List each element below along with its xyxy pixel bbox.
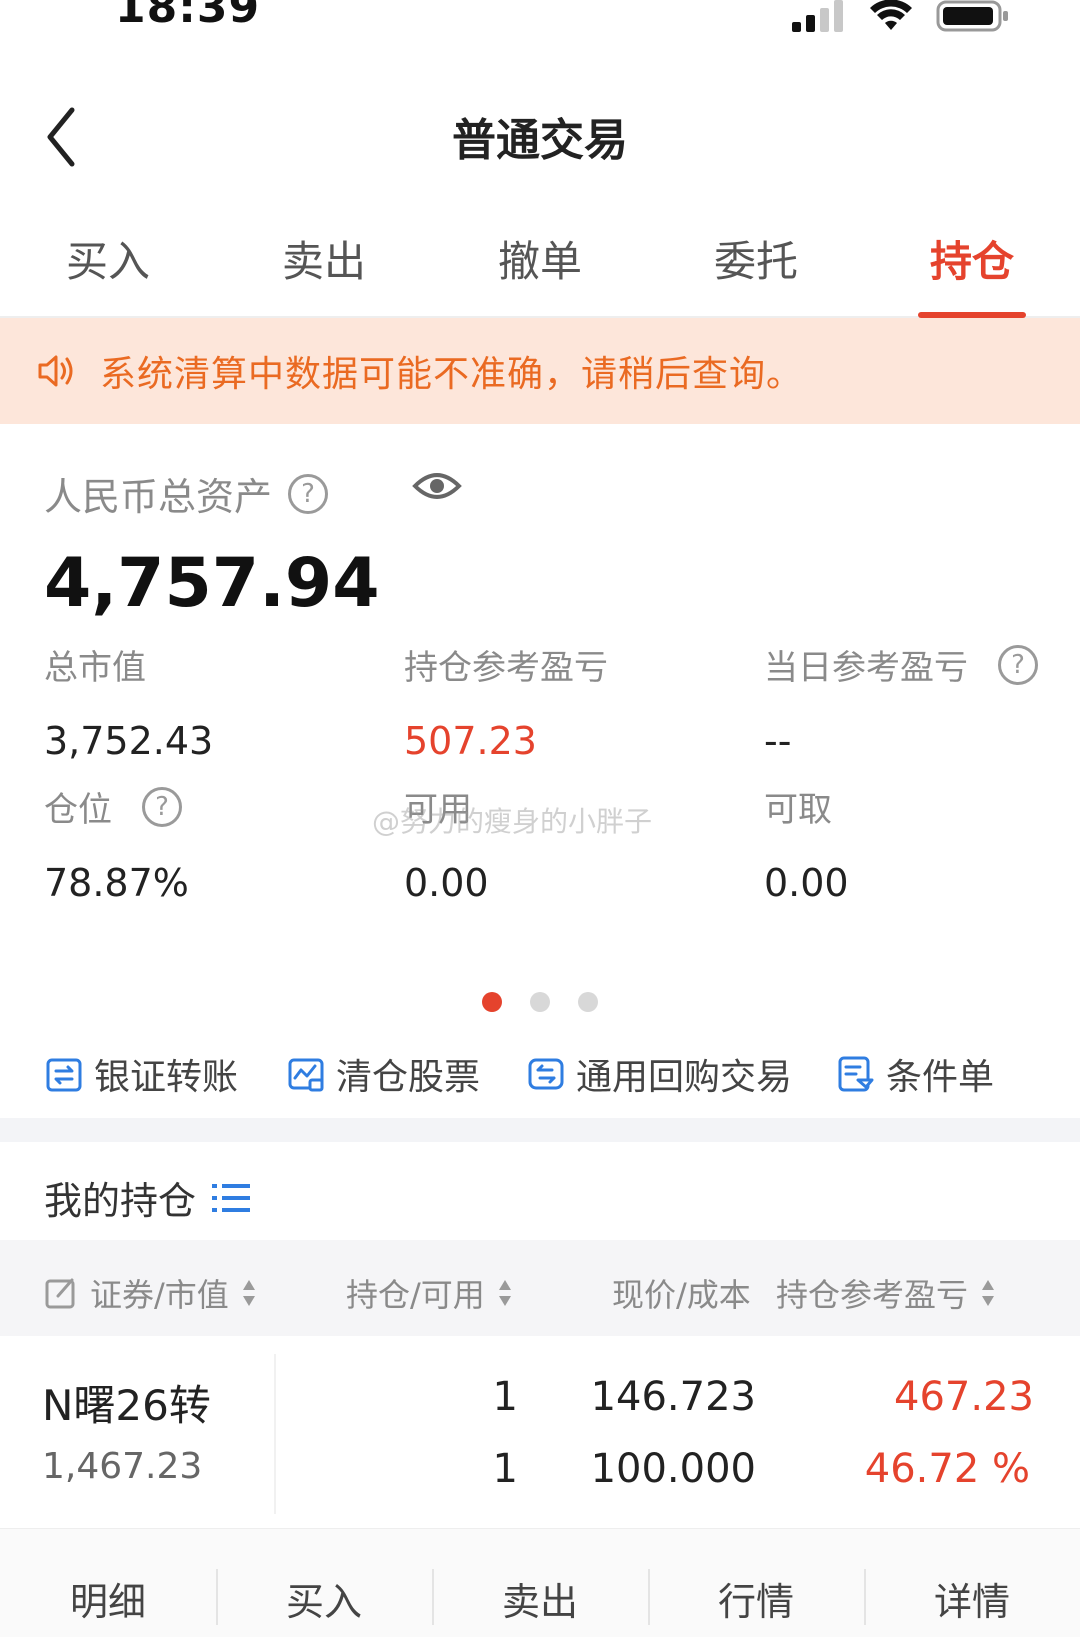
page-dot[interactable] — [482, 992, 502, 1012]
withdrawable-value: 0.00 — [764, 861, 849, 905]
condition-order-icon — [838, 1056, 874, 1092]
quick-actions: 银证转账 清仓股票 通用回购交易 条件单 — [0, 1030, 1080, 1118]
market-value: 3,752.43 — [44, 719, 214, 763]
tab-buy[interactable]: 买入 — [0, 200, 216, 316]
position-qty: 1 — [492, 1374, 518, 1420]
page-indicator — [0, 992, 1080, 1012]
status-time: 18:39 — [115, 0, 261, 33]
wifi-icon — [870, 0, 912, 30]
column-position-label: 持仓/可用 — [346, 1276, 485, 1314]
table-row[interactable]: N曙26转 1,467.23 1 1 146.723 100.000 467.2… — [0, 1336, 1080, 1528]
total-assets-label-row: 人民币总资产 ? — [44, 466, 329, 521]
info-button[interactable]: 详情 — [864, 1529, 1080, 1637]
daily-pnl-label-row: 当日参考盈亏 ? — [764, 640, 1038, 689]
sort-icon — [982, 1280, 995, 1306]
speaker-icon — [38, 355, 73, 387]
bank-transfer-label: 银证转账 — [94, 1057, 239, 1098]
pnl-percent: 46.72 % — [864, 1446, 1030, 1492]
holdings-title: 我的持仓 — [44, 1179, 197, 1223]
bank-transfer-icon — [46, 1058, 82, 1092]
page-dot[interactable] — [578, 992, 598, 1012]
buy-button[interactable]: 买入 — [216, 1529, 432, 1637]
status-icons — [790, 0, 1010, 40]
repo-trade-button[interactable]: 通用回购交易 — [526, 1048, 792, 1100]
asset-summary: 人民币总资产 ? 4,757.94 总市值 3,752.43 持仓参考盈亏 50… — [0, 424, 1080, 1028]
page-dot[interactable] — [530, 992, 550, 1012]
withdrawable-label: 可取 — [764, 790, 832, 830]
row-divider — [274, 1354, 276, 1514]
holdings-table-header: 证券/市值 持仓/可用 现价/成本 持仓参考盈亏 — [0, 1240, 1080, 1336]
cellular-signal-icon — [792, 0, 843, 32]
notice-banner: 系统清算中数据可能不准确，请稍后查询。 — [0, 318, 1080, 424]
withdrawable-stat: 可取 0.00 — [764, 782, 849, 905]
column-price: 现价/成本 — [612, 1270, 751, 1316]
daily-pnl-label: 当日参考盈亏 — [764, 648, 968, 688]
security-market-value: 1,467.23 — [42, 1446, 203, 1487]
total-assets-label: 人民币总资产 — [44, 475, 273, 519]
watermark: @努力的瘦身的小胖子 — [372, 805, 653, 838]
total-assets-help-icon[interactable]: ? — [288, 473, 329, 514]
sort-icon — [498, 1280, 511, 1306]
pnl-amount: 467.23 — [894, 1374, 1034, 1420]
column-pnl[interactable]: 持仓参考盈亏 — [776, 1270, 996, 1316]
position-ratio-help-icon[interactable]: ? — [142, 786, 182, 827]
daily-pnl-help-icon[interactable]: ? — [998, 644, 1038, 685]
position-pnl-value: 507.23 — [404, 719, 537, 763]
tab-cancel[interactable]: 撤单 — [432, 200, 648, 316]
trade-tabs: 买入 卖出 撤单 委托 持仓 — [0, 200, 1080, 318]
condition-order-label: 条件单 — [886, 1057, 995, 1098]
position-pnl-stat: 持仓参考盈亏 507.23 — [404, 640, 608, 763]
holdings-title-row: 我的持仓 — [44, 1170, 252, 1225]
total-assets-value: 4,757.94 — [44, 544, 380, 623]
daily-pnl-stat: 当日参考盈亏 ? -- — [764, 640, 1038, 763]
battery-icon — [936, 0, 1008, 32]
tab-orders[interactable]: 委托 — [648, 200, 864, 316]
chart-clear-icon — [288, 1058, 324, 1092]
section-divider — [0, 1118, 1080, 1142]
column-position[interactable]: 持仓/可用 — [346, 1270, 513, 1316]
condition-order-button[interactable]: 条件单 — [836, 1048, 994, 1100]
available-value: 0.00 — [404, 861, 489, 905]
daily-pnl-value: -- — [764, 719, 792, 763]
market-value-stat: 总市值 3,752.43 — [44, 640, 213, 763]
position-ratio-label-row: 仓位 ? — [44, 782, 189, 831]
detail-button[interactable]: 明细 — [0, 1529, 216, 1637]
notice-text: 系统清算中数据可能不准确，请稍后查询。 — [100, 354, 804, 395]
clear-stock-button[interactable]: 清仓股票 — [286, 1048, 480, 1100]
market-value-label: 总市值 — [44, 648, 146, 688]
cost-price: 100.000 — [590, 1446, 756, 1492]
list-icon[interactable] — [210, 1180, 252, 1216]
column-security-label: 证券/市值 — [90, 1276, 229, 1314]
position-ratio-stat: 仓位 ? 78.87% — [44, 782, 189, 905]
nav-bar: 普通交易 — [0, 80, 1080, 190]
column-security[interactable]: 证券/市值 — [44, 1270, 257, 1316]
position-ratio-label: 仓位 — [44, 790, 112, 830]
column-price-label: 现价/成本 — [612, 1276, 751, 1314]
sort-icon — [242, 1280, 255, 1306]
column-pnl-label: 持仓参考盈亏 — [776, 1276, 969, 1314]
bank-transfer-button[interactable]: 银证转账 — [44, 1048, 238, 1100]
clear-stock-label: 清仓股票 — [336, 1057, 481, 1098]
tab-sell[interactable]: 卖出 — [216, 200, 432, 316]
visibility-eye-icon[interactable] — [412, 468, 462, 504]
available-qty: 1 — [492, 1446, 518, 1492]
bottom-action-bar: 明细 买入 卖出 行情 详情 — [0, 1528, 1080, 1637]
repo-icon — [528, 1058, 564, 1090]
tab-holdings[interactable]: 持仓 — [864, 200, 1080, 318]
security-name: N曙26转 — [42, 1381, 211, 1430]
position-pnl-label: 持仓参考盈亏 — [404, 648, 608, 688]
page-title: 普通交易 — [452, 115, 628, 166]
edit-icon[interactable] — [44, 1276, 78, 1310]
status-bar: 18:39 — [0, 0, 1080, 60]
current-price: 146.723 — [590, 1374, 756, 1420]
sell-button[interactable]: 卖出 — [432, 1529, 648, 1637]
repo-trade-label: 通用回购交易 — [576, 1057, 793, 1098]
position-ratio-value: 78.87% — [44, 861, 189, 905]
quote-button[interactable]: 行情 — [648, 1529, 864, 1637]
